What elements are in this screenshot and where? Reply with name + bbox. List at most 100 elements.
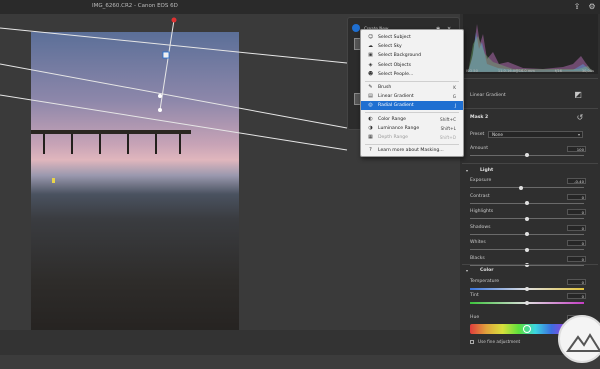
contrast-slider-thumb[interactable]	[525, 201, 529, 205]
color-section-title[interactable]: Color	[480, 268, 494, 273]
menu-item-label: Radial Gradient	[378, 103, 414, 109]
help-icon: ?	[369, 147, 372, 154]
linear-gradient-icon: ▤	[368, 93, 373, 100]
menu-item-label: Linear Gradient	[378, 94, 414, 100]
depth-range-icon: ▦	[368, 134, 373, 140]
radial-gradient-icon: ◎	[368, 102, 373, 109]
chevron-down-icon[interactable]: ▾	[466, 168, 468, 173]
histogram-info: ISO 50 11.0-16.0@16.0 mm f/16 30,00s	[466, 69, 594, 73]
whites-value[interactable]: 0	[567, 240, 586, 246]
person-icon: ☺	[368, 34, 374, 40]
mask-type-menu: ☺ Select Subject ☁ Select Sky ▣ Select Backgr…	[360, 29, 464, 157]
menu-item-label: Select Objects	[378, 62, 411, 68]
menu-item-label: Depth Range	[378, 135, 409, 140]
exposure-label: Exposure	[470, 178, 492, 183]
hue-label: Hue	[470, 315, 480, 320]
chevron-down-icon: ▾	[577, 132, 580, 137]
menu-item-select-sky[interactable]: ☁ Select Sky	[361, 42, 463, 51]
histogram	[463, 14, 598, 74]
mask-type-label: Linear Gradient	[470, 93, 506, 98]
people-icon: ☻	[368, 70, 374, 77]
highlights-value[interactable]: 0	[567, 209, 586, 215]
photo-canvas[interactable]	[31, 32, 239, 344]
temperature-label: Temperature	[470, 279, 500, 284]
highlights-label: Highlights	[470, 209, 494, 214]
menu-item-label: Select Background	[378, 53, 422, 59]
menu-item-label: Select Subject	[378, 35, 411, 40]
menu-item-shortcut: Shift+D	[439, 135, 456, 140]
menu-item-select-subject[interactable]: ☺ Select Subject	[361, 33, 463, 42]
menu-item-shortcut: K	[453, 85, 456, 90]
menu-item-select-people[interactable]: ☻ Select People...	[361, 70, 463, 79]
hue-slider-thumb[interactable]	[523, 325, 531, 333]
filmstrip	[0, 330, 460, 355]
histogram-graph	[468, 24, 593, 72]
reset-icon[interactable]: ↺	[575, 113, 585, 123]
objects-icon: ◈	[368, 61, 373, 68]
pier-light	[52, 178, 55, 183]
tint-label: Tint	[470, 293, 479, 298]
menu-item-linear-gradient[interactable]: ▤ Linear Gradient G	[361, 92, 463, 101]
menu-item-shortcut: G	[452, 94, 456, 100]
highlights-slider-thumb[interactable]	[525, 216, 529, 221]
contrast-label: Contrast	[470, 193, 490, 199]
whites-slider-thumb[interactable]	[525, 247, 529, 252]
shadows-value[interactable]: 0	[567, 224, 586, 231]
menu-item-learn-more-about-masking[interactable]: ? Learn more about Masking...	[361, 146, 463, 155]
menu-item-label: Select Sky	[378, 44, 402, 50]
menu-item-label: Learn more about Masking...	[378, 148, 444, 154]
light-section-title[interactable]: Light	[480, 168, 493, 173]
menu-item-label: Color Range	[378, 116, 407, 122]
menu-item-shortcut: J	[454, 103, 456, 109]
menu-divider	[365, 143, 459, 145]
menu-item-depth-range: ▦ Depth Range Shift+D	[361, 133, 463, 142]
blacks-value[interactable]: 0	[567, 255, 586, 262]
contrast-value[interactable]: 0	[567, 193, 586, 200]
preset-dropdown[interactable]: None ▾	[488, 131, 583, 138]
menu-item-shortcut: Shift+C	[440, 116, 456, 122]
whites-label: Whites	[470, 240, 486, 245]
exposure-value[interactable]: -0.40	[567, 178, 586, 184]
menu-item-brush[interactable]: ✎ Brush K	[361, 83, 463, 92]
menu-item-color-range[interactable]: ◐ Color Range Shift+C	[361, 115, 463, 124]
color-range-icon: ◐	[368, 115, 373, 122]
amount-slider-thumb[interactable]	[525, 153, 529, 157]
add-mask-button[interactable]	[352, 24, 360, 32]
watermark-logo	[558, 315, 600, 363]
temperature-value[interactable]: 0	[567, 279, 586, 285]
menu-item-select-objects[interactable]: ◈ Select Objects	[361, 61, 463, 70]
tint-value[interactable]: 0	[567, 293, 586, 299]
mask-edit-icon[interactable]: ◩	[573, 90, 583, 100]
background-icon: ▣	[368, 52, 373, 59]
menu-item-select-background[interactable]: ▣ Select Background	[361, 51, 463, 60]
menu-item-shortcut: Shift+L	[440, 125, 456, 131]
menu-item-radial-gradient[interactable]: ◎ Radial Gradient J	[361, 101, 463, 111]
temperature-slider-thumb[interactable]	[525, 286, 529, 291]
mask-name: Mask 2	[470, 115, 489, 120]
blacks-label: Blacks	[470, 255, 485, 261]
title-bar: IMG_6260.CR2 - Canon EOS 6D ⇪ ⚙	[0, 0, 600, 14]
shadows-slider-thumb[interactable]	[525, 232, 529, 236]
preset-label: Preset	[470, 132, 485, 137]
fine-adjustment-checkbox[interactable]	[470, 340, 474, 344]
export-icon[interactable]: ⇪	[572, 2, 582, 12]
amount-label: Amount	[470, 146, 489, 151]
amount-value[interactable]: 100	[567, 146, 586, 152]
exposure-slider[interactable]	[470, 187, 584, 188]
menu-item-label: Select People...	[378, 71, 414, 77]
window-title: IMG_6260.CR2 - Canon EOS 6D	[92, 3, 178, 9]
menu-item-label: Brush	[378, 85, 392, 90]
chevron-down-icon[interactable]: ▾	[466, 268, 468, 273]
menu-divider	[365, 80, 459, 82]
exposure-slider-thumb[interactable]	[519, 185, 524, 190]
menu-item-label: Luminance Range	[378, 125, 420, 131]
cloud-icon: ☁	[368, 43, 373, 50]
luminance-range-icon: ◑	[368, 124, 373, 131]
menu-item-luminance-range[interactable]: ◑ Luminance Range Shift+L	[361, 124, 463, 133]
gear-icon[interactable]: ⚙	[587, 2, 597, 12]
pier	[31, 130, 191, 134]
brush-icon: ✎	[368, 84, 373, 90]
tint-slider-thumb[interactable]	[525, 300, 529, 305]
shadows-label: Shadows	[470, 224, 491, 230]
fine-adjustment-label: Use fine adjustment	[478, 339, 521, 344]
